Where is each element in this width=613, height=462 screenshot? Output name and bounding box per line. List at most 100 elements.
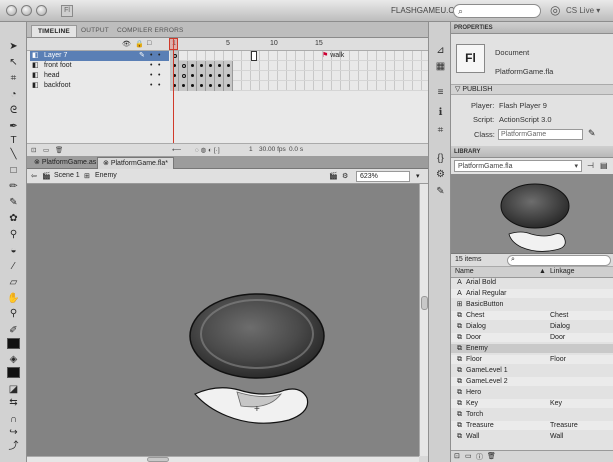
lock-dot[interactable]: • [158, 61, 160, 71]
document-tab-as[interactable]: ⊗ PlatformGame.as [29, 157, 101, 169]
layer-frames[interactable] [170, 71, 428, 81]
smooth-icon[interactable]: ↪ [6, 426, 21, 440]
swatches-icon[interactable]: ✎ [434, 185, 447, 198]
keyframe[interactable] [206, 61, 215, 71]
script-value[interactable]: ActionScript 3.0 [499, 115, 552, 124]
library-item[interactable]: A Arial Bold [451, 278, 613, 287]
fill-color-icon[interactable]: ◈ [6, 353, 21, 367]
new-library-panel-icon[interactable]: ▤ [600, 161, 608, 170]
pen-tool-icon[interactable]: ✒ [6, 120, 21, 134]
new-symbol-icon[interactable]: ⊡ [454, 452, 460, 460]
transform-icon[interactable]: ⌗ [434, 124, 447, 137]
line-tool-icon[interactable]: ╲ [6, 148, 21, 162]
column-linkage[interactable]: Linkage [550, 268, 575, 275]
library-item[interactable]: ⧉ Treasure Treasure [451, 421, 613, 430]
visibility-dot[interactable]: • [150, 71, 152, 81]
layer-frames[interactable] [170, 61, 428, 71]
enemy-artwork[interactable]: + [27, 184, 419, 456]
help-search-input[interactable]: ⌕ [453, 4, 541, 18]
text-tool-icon[interactable]: T [6, 134, 21, 148]
horizontal-scrollbar[interactable] [27, 456, 419, 462]
align-icon[interactable]: ≡ [434, 86, 447, 99]
properties-header[interactable]: PROPERTIES [451, 22, 613, 34]
keyframe[interactable] [224, 81, 233, 91]
playhead-handle[interactable] [169, 38, 178, 50]
lasso-tool-icon[interactable]: ᘓ [6, 104, 21, 118]
tab-timeline[interactable]: TIMELINE [31, 25, 77, 37]
keyframe[interactable] [170, 61, 179, 71]
library-file-select[interactable]: PlatformGame.fla [454, 160, 582, 172]
back-arrow-icon[interactable]: ⇦ [31, 172, 37, 180]
layer-row[interactable]: ◧ front foot • • [27, 61, 428, 71]
paint-bucket-tool-icon[interactable]: ◒ [6, 244, 21, 258]
library-item[interactable]: ⧉ Dialog Dialog [451, 322, 613, 331]
tab-output[interactable]: OUTPUT [75, 25, 115, 37]
scroll-thumb[interactable] [147, 457, 169, 462]
eyedropper-tool-icon[interactable]: ⁄ [6, 260, 21, 274]
keyframe[interactable] [206, 81, 215, 91]
playhead[interactable] [173, 38, 174, 156]
code-snippets-icon[interactable]: {} [434, 152, 447, 165]
library-item[interactable]: ⧉ GameLevel 1 [451, 366, 613, 375]
library-header[interactable]: LIBRARY [451, 146, 613, 158]
onion-skin-icon[interactable]: ◌ ◍ ◐ [·] [195, 146, 220, 154]
library-search-input[interactable]: ⌕ [507, 255, 611, 266]
stroke-color-swatch[interactable] [7, 338, 20, 349]
straighten-icon[interactable]: ⤴ [6, 440, 21, 454]
tab-compiler-errors[interactable]: COMPILER ERRORS [111, 25, 190, 37]
eraser-tool-icon[interactable]: ▱ [6, 276, 21, 290]
layer-row[interactable]: ◧ backfoot • • [27, 81, 428, 91]
edit-class-pencil-icon[interactable]: ✎ [588, 128, 596, 139]
visibility-dot[interactable]: • [150, 61, 152, 71]
show-hide-icon[interactable]: 👁 [122, 40, 131, 48]
minimize-window-button[interactable] [21, 5, 32, 16]
pin-icon[interactable]: ⊣ [587, 161, 594, 170]
keyframe[interactable] [224, 61, 233, 71]
player-value[interactable]: Flash Player 9 [499, 101, 547, 110]
library-item[interactable]: ⧉ Floor Floor [451, 355, 613, 364]
delete-icon[interactable]: 🗑 [487, 452, 496, 460]
layer-frames[interactable] [170, 81, 428, 91]
keyframe[interactable] [188, 61, 197, 71]
document-tab-fla[interactable]: ⊗ PlatformGame.fla* [97, 157, 175, 169]
library-item[interactable]: ⧉ Enemy [451, 344, 613, 353]
library-item[interactable]: A Arial Regular [451, 289, 613, 298]
info-icon[interactable]: ℹ [434, 106, 447, 119]
edit-scene-icon[interactable]: 🎬 [329, 172, 338, 180]
stroke-color-icon[interactable]: ✐ [6, 324, 21, 338]
publish-section-toggle[interactable]: ▽ PUBLISH [451, 84, 613, 95]
lock-dot[interactable]: • [158, 71, 160, 81]
keyframe[interactable] [197, 81, 206, 91]
column-name[interactable]: Name [455, 268, 474, 275]
keyframe[interactable] [197, 61, 206, 71]
library-item[interactable]: ⊞ BasicButton [451, 300, 613, 309]
library-item[interactable]: ⧉ Torch [451, 410, 613, 419]
close-icon[interactable]: ⊗ [103, 160, 109, 167]
pencil-tool-icon[interactable]: ✏ [6, 180, 21, 194]
free-transform-tool-icon[interactable]: ⌗ [6, 72, 21, 86]
hand-tool-icon[interactable]: ✋ [6, 292, 21, 306]
keyframe[interactable] [197, 71, 206, 81]
bone-tool-icon[interactable]: ⚲ [6, 228, 21, 242]
3d-rotation-tool-icon[interactable]: ◔ [6, 88, 21, 102]
cslive-icon[interactable]: ◎ [550, 3, 560, 17]
close-icon[interactable]: ⊗ [34, 159, 40, 166]
enemy-head[interactable] [189, 293, 325, 379]
components-icon[interactable]: ⚙ [434, 168, 447, 181]
close-window-button[interactable] [6, 5, 17, 16]
scene-breadcrumb[interactable]: Scene 1 [54, 172, 80, 179]
visibility-dot[interactable]: • [150, 51, 152, 61]
swap-colors-icon[interactable]: ⇆ [6, 396, 21, 410]
rectangle-tool-icon[interactable]: □ [6, 164, 21, 178]
selection-tool-icon[interactable]: ➤ [6, 40, 21, 54]
color-icon[interactable]: ▦ [434, 60, 447, 73]
subselection-tool-icon[interactable]: ↖ [6, 56, 21, 70]
visibility-dot[interactable]: • [150, 81, 152, 91]
lock-dot[interactable]: • [158, 81, 160, 91]
snap-to-objects-icon[interactable]: ∩ [6, 413, 21, 427]
keyframe[interactable] [188, 71, 197, 81]
library-item[interactable]: ⧉ Door Door [451, 333, 613, 342]
scroll-to-playhead-icon[interactable]: ⟵ [172, 146, 181, 154]
scroll-thumb[interactable] [421, 296, 428, 310]
keyframe[interactable] [170, 51, 179, 61]
